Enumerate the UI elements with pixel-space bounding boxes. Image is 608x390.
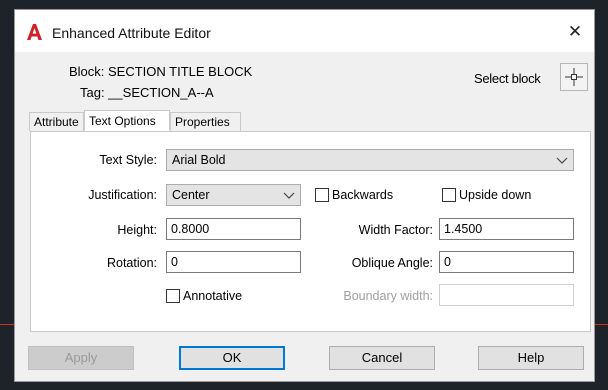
annotative-checkbox[interactable] — [166, 289, 180, 303]
background-drawing-line-left — [0, 324, 14, 325]
chevron-down-icon — [556, 157, 568, 164]
background-drawing-line-right — [595, 324, 608, 325]
crosshair-pick-icon — [565, 68, 583, 86]
select-block-button[interactable] — [560, 63, 588, 91]
select-block-label: Select block — [474, 71, 541, 86]
cancel-button[interactable]: Cancel — [329, 346, 435, 370]
oblique-angle-input[interactable]: 0 — [439, 251, 574, 273]
text-style-label: Text Style: — [99, 153, 157, 167]
block-name-text: Block: SECTION TITLE BLOCK — [69, 64, 253, 79]
tab-attribute[interactable]: Attribute — [29, 112, 84, 131]
upside-down-label: Upside down — [459, 188, 532, 202]
window-title: Enhanced Attribute Editor — [52, 25, 211, 41]
height-label: Height: — [117, 223, 157, 237]
text-style-dropdown[interactable]: Arial Bold — [166, 149, 574, 171]
justification-dropdown[interactable]: Center — [166, 184, 301, 206]
backwards-checkbox[interactable] — [315, 188, 329, 202]
annotative-label: Annotative — [183, 289, 243, 303]
width-factor-label: Width Factor: — [358, 223, 433, 237]
close-button[interactable]: ✕ — [565, 22, 585, 42]
ok-button[interactable]: OK — [179, 346, 285, 370]
backwards-label: Backwards — [332, 188, 394, 202]
rotation-input[interactable]: 0 — [166, 251, 301, 273]
width-factor-input[interactable]: 1.4500 — [439, 218, 574, 240]
apply-button[interactable]: Apply — [28, 346, 134, 370]
boundary-width-label: Boundary width: — [343, 289, 433, 303]
close-icon: ✕ — [567, 22, 583, 41]
enhanced-attribute-editor-dialog: Enhanced Attribute Editor ✕ Block: SECTI… — [14, 9, 595, 382]
oblique-angle-label: Oblique Angle: — [351, 256, 433, 270]
rotation-label: Rotation: — [106, 256, 157, 270]
height-input[interactable]: 0.8000 — [166, 218, 301, 240]
tag-name-text: Tag: __SECTION_A--A — [80, 85, 214, 100]
justification-label: Justification: — [88, 188, 157, 202]
text-style-value: Arial Bold — [172, 153, 226, 167]
tab-text-options[interactable]: Text Options — [84, 110, 170, 131]
title-bar[interactable]: Enhanced Attribute Editor ✕ — [15, 10, 594, 52]
tab-properties[interactable]: Properties — [170, 112, 241, 131]
justification-value: Center — [172, 188, 210, 202]
boundary-width-input — [439, 284, 574, 306]
chevron-down-icon — [283, 192, 295, 199]
help-button[interactable]: Help — [478, 346, 584, 370]
autocad-a-icon — [27, 24, 42, 40]
upside-down-checkbox[interactable] — [442, 188, 456, 202]
